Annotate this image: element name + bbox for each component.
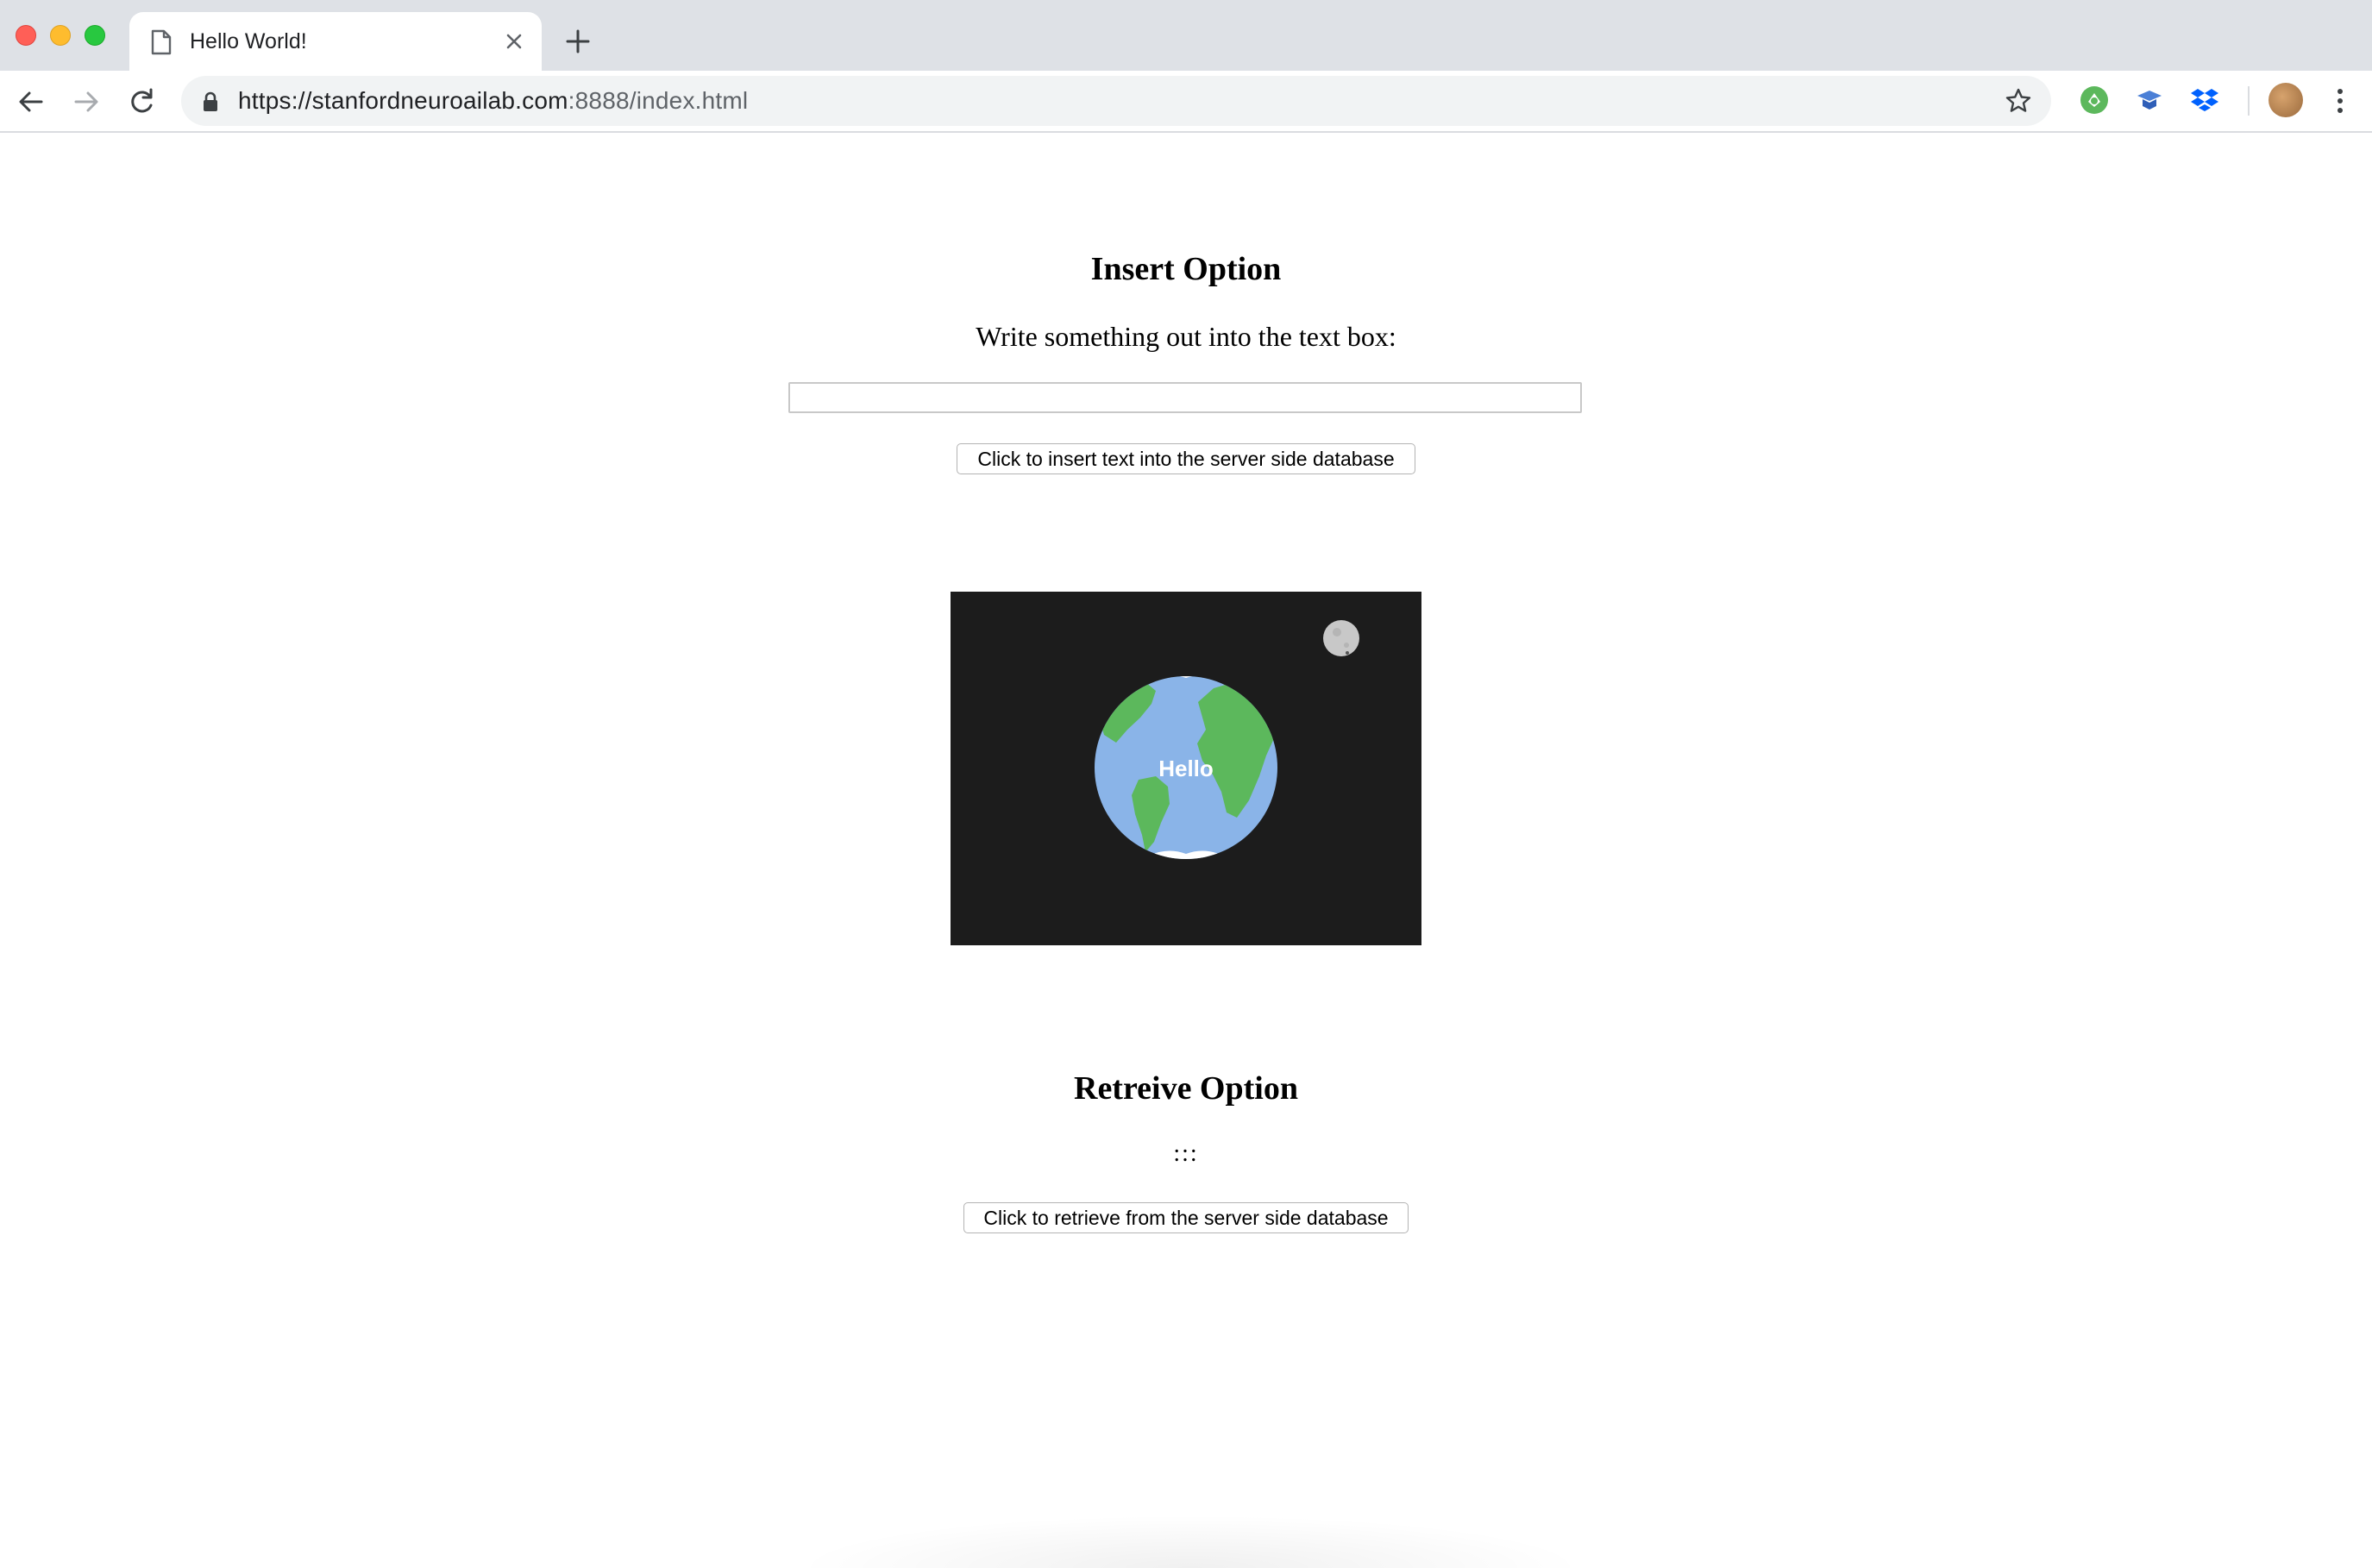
new-tab-plus-icon[interactable] [562,26,593,57]
window-minimize-button[interactable] [50,25,71,46]
star-icon[interactable] [2005,87,2032,115]
url-text[interactable]: https://stanfordneuroailab.com:8888/inde… [238,76,748,126]
hello-world-animation: Hello [951,592,1421,945]
dropbox-icon[interactable] [2187,83,2222,117]
reload-icon[interactable] [124,85,159,119]
url-host: https://stanfordneuroailab.com [238,87,568,114]
kebab-menu-icon[interactable] [2329,86,2351,116]
profile-avatar[interactable] [2268,83,2303,117]
retrieve-button[interactable]: Click to retrieve from the server side d… [963,1202,1409,1233]
window-maximize-button[interactable] [85,25,105,46]
globe-label: Hello [1158,756,1214,781]
retrieve-result: ::: [1173,1140,1199,1167]
window-close-button[interactable] [16,25,36,46]
back-arrow-icon[interactable] [14,85,48,119]
lock-icon [204,91,217,111]
moon-icon [1323,620,1359,656]
toolbar-divider [2248,86,2250,116]
insert-text-input[interactable] [788,382,1582,413]
green-extension-icon[interactable] [2077,83,2112,117]
insert-heading: Insert Option [1090,251,1282,287]
retrieve-heading: Retreive Option [1074,1070,1298,1107]
forward-arrow-icon[interactable] [69,85,104,119]
page-content: Insert Option Write something out into t… [0,135,2372,1568]
close-tab-icon[interactable] [504,31,524,52]
browser-tab[interactable]: Hello World! [129,12,542,71]
document-icon [151,29,172,55]
bottom-shadow [794,1515,1587,1568]
insert-button[interactable]: Click to insert text into the server sid… [957,443,1415,474]
browser-toolbar: https://stanfordneuroailab.com:8888/inde… [0,71,2372,133]
browser-title-bar: Hello World! [0,0,2372,71]
tab-title: Hello World! [190,29,307,53]
url-path: :8888/index.html [568,87,749,114]
address-bar[interactable]: https://stanfordneuroailab.com:8888/inde… [181,76,2051,126]
blue-extension-icon[interactable] [2132,83,2167,117]
insert-prompt: Write something out into the text box: [976,321,1396,352]
